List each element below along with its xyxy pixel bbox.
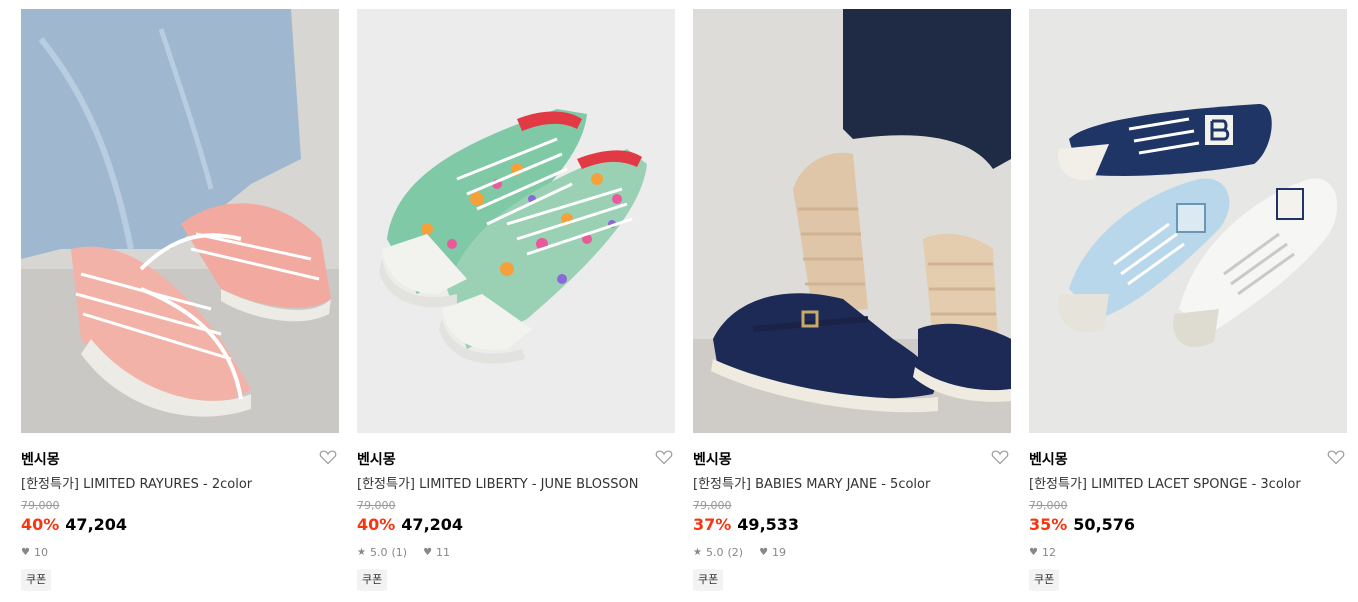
product-grid: 벤시몽 [한정특가] LIMITED RAYURES - 2color 79,0… xyxy=(21,9,1347,599)
product-image[interactable] xyxy=(1029,9,1347,433)
discount-rate: 40% xyxy=(357,515,396,534)
heart-icon[interactable] xyxy=(1327,449,1345,465)
original-price: 79,000 xyxy=(21,499,60,512)
original-price: 79,000 xyxy=(1029,499,1068,512)
product-meta: ★ 5.0 (2) ♥ 19 xyxy=(693,546,786,559)
floral-sneaker-photo xyxy=(357,9,675,433)
like-count: 10 xyxy=(33,546,48,559)
discount-rate: 35% xyxy=(1029,515,1068,534)
product-meta: ♥ 10 xyxy=(21,546,48,559)
star-icon: ★ xyxy=(357,547,366,558)
brand-name[interactable]: 벤시몽 xyxy=(693,449,732,469)
heart-filled-icon: ♥ xyxy=(1029,547,1038,558)
review-count: (1) xyxy=(391,546,408,559)
coupon-badge: 쿠폰 xyxy=(357,569,388,591)
coupon-badge: 쿠폰 xyxy=(1029,569,1060,591)
product-image[interactable] xyxy=(357,9,675,433)
heart-icon[interactable] xyxy=(655,449,673,465)
original-price: 79,000 xyxy=(357,499,396,512)
like-count: 12 xyxy=(1041,546,1056,559)
product-card[interactable]: 벤시몽 [한정특가] LIMITED LIBERTY - JUNE BLOSSO… xyxy=(357,9,675,599)
product-meta: ♥ 12 xyxy=(1029,546,1056,559)
heart-filled-icon: ♥ xyxy=(21,547,30,558)
price-line: 35% 50,576 xyxy=(1029,515,1135,534)
product-meta: ★ 5.0 (1) ♥ 11 xyxy=(357,546,450,559)
star-icon: ★ xyxy=(693,547,702,558)
coupon-badge: 쿠폰 xyxy=(21,569,52,591)
product-image[interactable] xyxy=(21,9,339,433)
heart-filled-icon: ♥ xyxy=(759,547,769,558)
heart-filled-icon: ♥ xyxy=(423,547,433,558)
like-count: 11 xyxy=(436,546,451,559)
product-title[interactable]: [한정특가] LIMITED LIBERTY - JUNE BLOSSON xyxy=(357,473,657,492)
sale-price: 50,576 xyxy=(1073,515,1136,534)
price-line: 40% 47,204 xyxy=(21,515,127,534)
striped-sneaker-photo xyxy=(21,9,339,433)
mary-jane-shoe-photo xyxy=(693,9,1011,433)
product-card[interactable]: 벤시몽 [한정특가] LIMITED LACET SPONGE - 3color… xyxy=(1029,9,1347,599)
sale-price: 49,533 xyxy=(737,515,800,534)
review-count: (2) xyxy=(727,546,744,559)
sale-price: 47,204 xyxy=(65,515,128,534)
price-line: 37% 49,533 xyxy=(693,515,799,534)
price-line: 40% 47,204 xyxy=(357,515,463,534)
brand-name[interactable]: 벤시몽 xyxy=(1029,449,1068,469)
heart-icon[interactable] xyxy=(991,449,1009,465)
discount-rate: 37% xyxy=(693,515,732,534)
like-count: 19 xyxy=(772,546,787,559)
product-title[interactable]: [한정특가] LIMITED LACET SPONGE - 3color xyxy=(1029,473,1329,492)
coupon-badge: 쿠폰 xyxy=(693,569,724,591)
product-title[interactable]: [한정특가] LIMITED RAYURES - 2color xyxy=(21,473,321,492)
discount-rate: 40% xyxy=(21,515,60,534)
sale-price: 47,204 xyxy=(401,515,464,534)
brand-name[interactable]: 벤시몽 xyxy=(357,449,396,469)
rating: 5.0 xyxy=(369,546,388,559)
brand-name[interactable]: 벤시몽 xyxy=(21,449,60,469)
product-image[interactable] xyxy=(693,9,1011,433)
original-price: 79,000 xyxy=(693,499,732,512)
rating: 5.0 xyxy=(705,546,724,559)
heart-icon[interactable] xyxy=(319,449,337,465)
product-title[interactable]: [한정특가] BABIES MARY JANE - 5color xyxy=(693,473,993,492)
product-card[interactable]: 벤시몽 [한정특가] LIMITED RAYURES - 2color 79,0… xyxy=(21,9,339,599)
product-card[interactable]: 벤시몽 [한정특가] BABIES MARY JANE - 5color 79,… xyxy=(693,9,1011,599)
lacet-sponge-sneaker-photo xyxy=(1029,9,1347,433)
